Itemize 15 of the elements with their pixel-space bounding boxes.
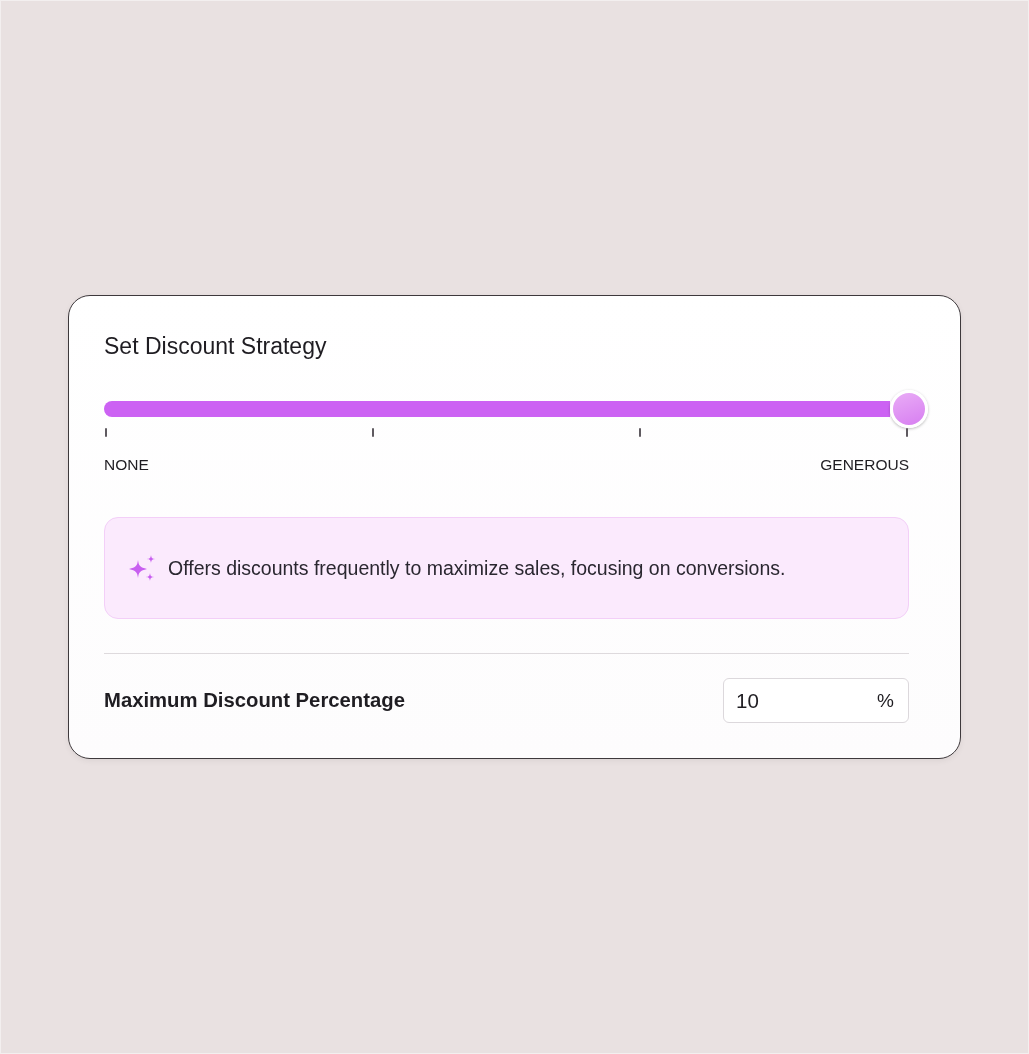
slider-thumb[interactable] [890, 390, 928, 428]
card-title: Set Discount Strategy [104, 333, 328, 360]
tick-mark [105, 428, 107, 437]
percentage-input[interactable]: 10 [736, 687, 870, 714]
sparkle-icon [129, 555, 155, 581]
max-label: GENEROUS [820, 456, 909, 474]
percent-suffix: % [877, 689, 894, 712]
min-label: NONE [104, 456, 149, 474]
slider-track[interactable] [104, 390, 928, 428]
hint-text: Offers discounts frequently to maximize sales, focusing on conversions. [168, 556, 786, 580]
field-label: Maximum Discount Percentage [104, 689, 405, 712]
percentage-field[interactable]: 10 % [723, 678, 909, 723]
tick-mark [372, 428, 374, 437]
tick-mark [639, 428, 641, 437]
tick-mark [906, 428, 908, 437]
